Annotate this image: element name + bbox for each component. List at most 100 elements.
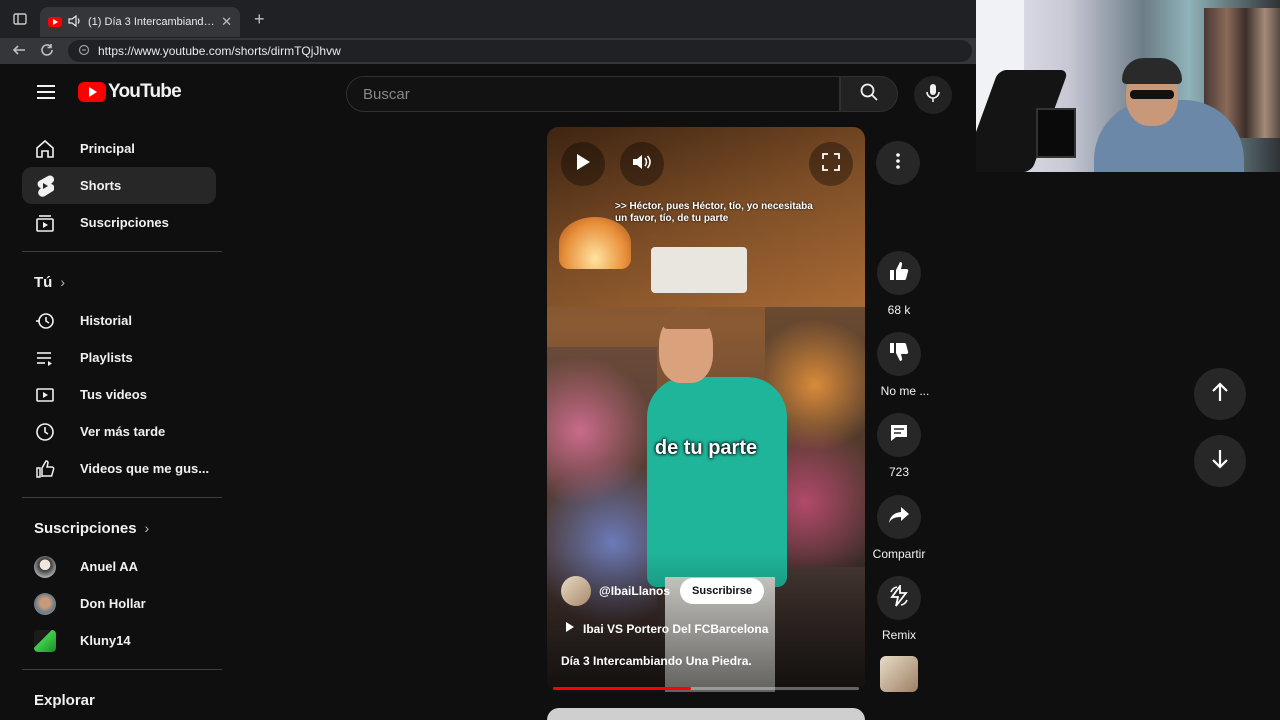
webcam-person-glasses (1130, 90, 1174, 99)
play-icon (575, 153, 591, 176)
voice-search-button[interactable] (914, 76, 952, 114)
sidebar-item-label: Videos que me gus... (80, 461, 210, 476)
back-icon[interactable] (12, 43, 26, 60)
sidebar-item-subscription[interactable]: Anuel AA (22, 548, 216, 585)
section-title-you: Tú (34, 273, 53, 291)
sidebar-toggle-icon[interactable] (0, 0, 40, 38)
arrow-up-icon (1211, 381, 1229, 407)
home-icon (34, 138, 56, 160)
comment-icon (889, 423, 909, 448)
youtube-logo-icon (78, 82, 106, 102)
history-icon (34, 310, 56, 332)
url-text: https://www.youtube.com/shorts/dirmTQjJh… (98, 44, 341, 58)
sidebar-item-playlists[interactable]: Playlists (22, 339, 216, 376)
sidebar-item-subscription[interactable]: Don Hollar (22, 585, 216, 622)
more-options-button[interactable] (876, 141, 920, 185)
search-input[interactable]: Buscar (346, 76, 840, 112)
dislike-button[interactable] (877, 332, 921, 376)
share-button[interactable] (877, 495, 921, 539)
sidebar-item-historial[interactable]: Historial (22, 302, 216, 339)
sidebar-item-label: Playlists (80, 350, 133, 365)
thumbs-down-icon (889, 342, 909, 367)
sidebar-item-subscription[interactable]: Kluny14 (22, 622, 216, 659)
site-info-icon[interactable] (78, 44, 90, 59)
chevron-right-icon: › (144, 520, 150, 536)
sidebar-item-label: Historial (80, 313, 133, 328)
youtube-logo[interactable]: YouTube (78, 81, 182, 103)
browser-tab[interactable]: (1) Día 3 Intercambiando Una Piedra ✕ (40, 7, 240, 37)
sidebar-item-label: Principal (80, 141, 135, 156)
thumbs-up-icon (889, 261, 909, 286)
channel-row: @IbaiLlanos Suscribirse (561, 576, 764, 606)
video-description[interactable]: Día 3 Intercambiando Una Piedra. (561, 654, 752, 668)
youtube-header: YouTube Buscar (10, 64, 976, 120)
play-button[interactable] (561, 142, 605, 186)
close-tab-icon[interactable]: ✕ (221, 14, 232, 30)
sidebar-item-label: Tus videos (80, 387, 147, 402)
browser-tab-bar: (1) Día 3 Intercambiando Una Piedra ✕ + (0, 0, 976, 38)
sidebar-item-principal[interactable]: Principal (22, 130, 216, 167)
url-field[interactable]: https://www.youtube.com/shorts/dirmTQjJh… (68, 40, 972, 62)
reload-icon[interactable] (40, 43, 54, 60)
sidebar-item-label: Anuel AA (80, 559, 139, 574)
dislike-label: No me ... (880, 384, 930, 398)
sidebar-item-label: Suscripciones (80, 215, 169, 230)
progress-bar-fill (553, 687, 691, 690)
section-you[interactable]: Tú › (10, 262, 228, 302)
like-action: 68 k (876, 251, 922, 317)
volume-icon (632, 153, 652, 176)
sidebar-item-label: Ver más tarde (80, 424, 166, 439)
remix-label: Remix (881, 628, 916, 642)
video-frame-person-hair (663, 307, 711, 329)
remix-icon (888, 582, 910, 612)
audio-playing-icon[interactable] (68, 14, 82, 30)
search-button[interactable] (840, 76, 898, 112)
divider (22, 251, 222, 252)
like-count: 68 k (887, 303, 911, 317)
sidebar-item-shorts[interactable]: Shorts (22, 167, 216, 204)
comments-button[interactable] (877, 413, 921, 457)
remix-action: Remix (876, 576, 922, 642)
playlist-link[interactable]: Ibai VS Portero Del FCBarcelona (565, 621, 768, 636)
subtitle-caption: >> Héctor, pues Héctor, tío, yo necesita… (615, 201, 813, 224)
sidebar-item-label: Shorts (80, 178, 122, 193)
shorts-player[interactable]: >> Héctor, pues Héctor, tío, yo necesita… (547, 127, 865, 692)
remix-button[interactable] (877, 576, 921, 620)
previous-short-button[interactable] (1194, 368, 1246, 420)
search-icon (859, 82, 879, 107)
section-subscriptions[interactable]: Suscripciones › (10, 508, 228, 548)
section-title-explore: Explorar (34, 691, 95, 709)
share-icon (888, 506, 910, 529)
section-title-subscriptions: Suscripciones (34, 519, 137, 537)
dislike-action: No me ... (876, 332, 929, 398)
sidebar-item-videos-que-me-gustan[interactable]: Videos que me gus... (22, 450, 216, 487)
fullscreen-button[interactable] (809, 142, 853, 186)
progress-bar[interactable] (553, 687, 859, 690)
section-explore[interactable]: Explorar (10, 680, 228, 720)
sound-source-avatar[interactable] (880, 656, 918, 692)
address-bar: https://www.youtube.com/shorts/dirmTQjJh… (0, 38, 976, 64)
chevron-right-icon: › (60, 274, 65, 290)
avatar (34, 592, 56, 615)
sidebar-item-tus-videos[interactable]: Tus videos (22, 376, 216, 413)
share-label: Compartir (872, 547, 926, 561)
channel-avatar[interactable] (561, 576, 591, 606)
video-frame-ac-unit (651, 247, 747, 293)
channel-handle[interactable]: @IbaiLlanos (599, 584, 670, 598)
next-short-preview[interactable] (547, 708, 865, 720)
new-tab-icon[interactable]: + (254, 9, 265, 30)
playlist-play-icon (565, 621, 575, 636)
comment-count: 723 (888, 465, 910, 479)
your-videos-icon (34, 384, 56, 406)
like-button[interactable] (877, 251, 921, 295)
menu-icon[interactable] (26, 72, 66, 112)
sidebar-item-label: Kluny14 (80, 633, 131, 648)
playlists-icon (34, 347, 56, 369)
sidebar-item-suscripciones[interactable]: Suscripciones (22, 204, 216, 241)
share-action: Compartir (873, 495, 925, 561)
next-short-button[interactable] (1194, 435, 1246, 487)
sidebar-item-ver-mas-tarde[interactable]: Ver más tarde (22, 413, 216, 450)
youtube-logo-text: YouTube (108, 81, 182, 102)
subscribe-button[interactable]: Suscribirse (680, 578, 764, 604)
volume-button[interactable] (620, 142, 664, 186)
